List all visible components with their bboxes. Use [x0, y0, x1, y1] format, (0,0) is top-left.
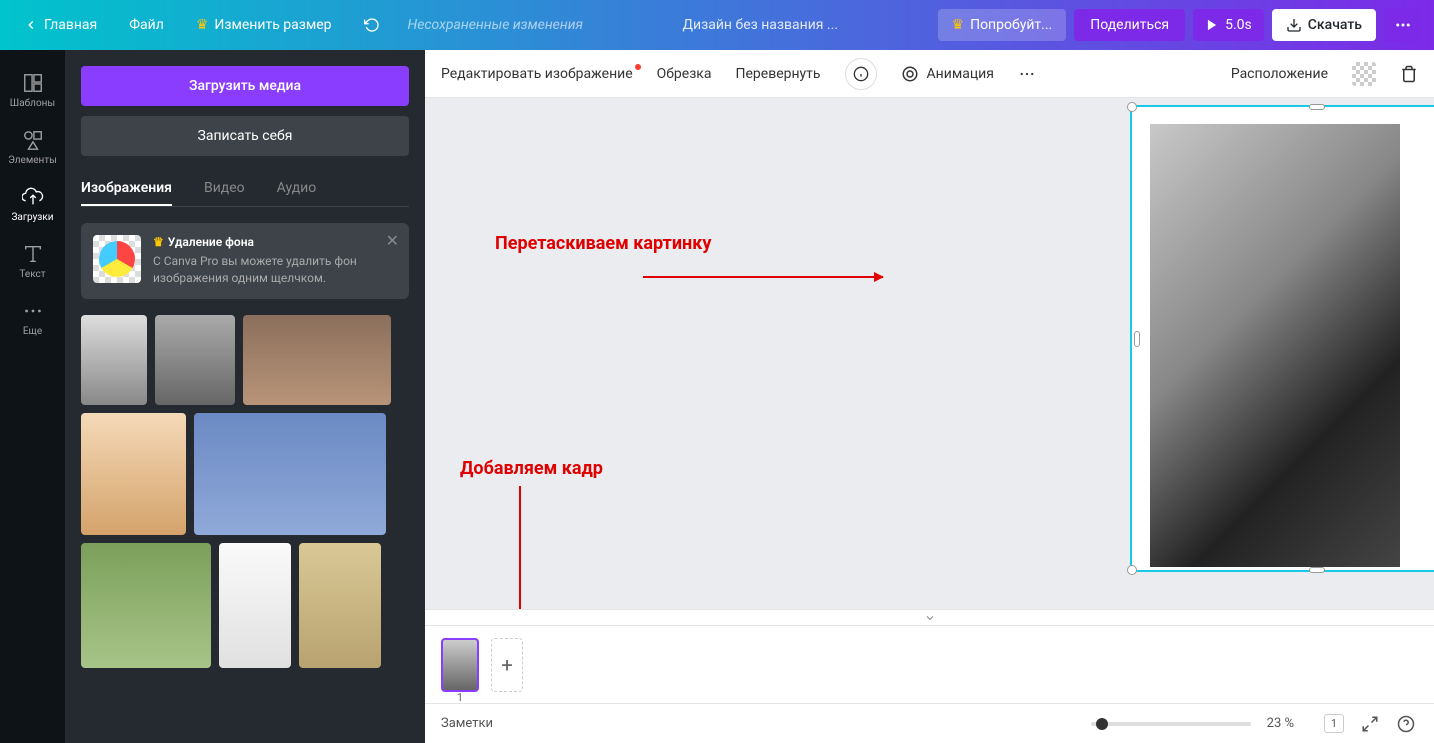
text-icon: [22, 243, 44, 265]
sidenav-uploads[interactable]: Загрузки: [0, 176, 65, 233]
chevron-down-icon: [924, 612, 936, 624]
top-bar: Главная Файл ♛ Изменить размер Несохране…: [0, 0, 1434, 50]
resize-handle[interactable]: [1127, 565, 1137, 575]
download-button[interactable]: Скачать: [1272, 9, 1376, 41]
timeline: 1 +: [425, 625, 1434, 703]
zoom-slider-handle[interactable]: [1096, 718, 1108, 730]
upload-thumbnail[interactable]: [243, 315, 391, 405]
design-title[interactable]: Дизайн без названия ...: [591, 17, 930, 33]
unsaved-indicator: Несохраненные изменения: [408, 17, 583, 33]
upload-thumbnail[interactable]: [81, 413, 186, 535]
sidenav-text[interactable]: Текст: [0, 233, 65, 290]
annotation-add-frame: Добавляем кадр: [460, 458, 603, 479]
share-button[interactable]: Поделиться: [1074, 9, 1185, 41]
chevron-left-icon: [24, 18, 38, 32]
sidenav-elements[interactable]: Элементы: [0, 119, 65, 176]
resize-handle[interactable]: [1309, 567, 1325, 573]
page-count: 1: [1324, 714, 1344, 733]
page-list-button[interactable]: 1: [1322, 712, 1346, 736]
tab-images[interactable]: Изображения: [81, 172, 172, 206]
uploads-panel: Загрузить медиа Записать себя Изображени…: [65, 50, 425, 743]
fullscreen-button[interactable]: [1358, 712, 1382, 736]
crown-icon: ♛: [952, 17, 965, 33]
upload-thumbnail[interactable]: [194, 413, 386, 535]
design-selection-frame[interactable]: [1130, 105, 1434, 572]
annotation-arrow: [643, 276, 883, 278]
back-button[interactable]: Главная: [12, 11, 109, 39]
more-menu-button[interactable]: [1384, 8, 1422, 42]
delete-button[interactable]: [1400, 65, 1418, 83]
fullscreen-icon: [1361, 715, 1379, 733]
promo-thumbnail: [93, 235, 141, 283]
record-self-button[interactable]: Записать себя: [81, 116, 409, 156]
sidenav-more[interactable]: Еще: [0, 290, 65, 347]
sidenav-templates[interactable]: Шаблоны: [0, 62, 65, 119]
uploads-icon: [22, 186, 44, 208]
animation-icon: [901, 65, 919, 83]
upload-thumbnail[interactable]: [81, 543, 211, 668]
timeline-collapse-button[interactable]: [425, 609, 1434, 625]
download-icon: [1286, 17, 1302, 33]
undo-button[interactable]: [352, 11, 392, 39]
upload-thumbnail[interactable]: [81, 315, 147, 405]
templates-icon: [22, 72, 44, 94]
upload-thumbnail[interactable]: [219, 543, 291, 668]
promo-close-button[interactable]: ✕: [386, 231, 399, 250]
upload-media-button[interactable]: Загрузить медиа: [81, 66, 409, 106]
help-icon: [1397, 715, 1415, 733]
play-button[interactable]: 5.0s: [1193, 9, 1264, 41]
undo-icon: [364, 17, 380, 33]
play-icon: [1205, 18, 1219, 32]
annotation-drag: Перетаскиваем картинку: [495, 233, 711, 254]
home-label: Главная: [44, 17, 97, 33]
elements-icon: [22, 129, 44, 151]
page-number: 1: [457, 691, 463, 704]
canvas-area: Редактировать изображение Обрезка Переве…: [425, 50, 1434, 743]
upload-thumbnail[interactable]: [155, 315, 235, 405]
timeline-page-thumbnail[interactable]: 1: [441, 638, 479, 692]
panel-tabs: Изображения Видео Аудио: [81, 172, 409, 207]
uploads-grid: [81, 315, 409, 668]
annotation-arrow: [519, 486, 521, 609]
upload-thumbnail[interactable]: [299, 543, 381, 668]
flip-button[interactable]: Перевернуть: [736, 66, 821, 82]
info-icon: [853, 66, 869, 82]
more-horizontal-icon: [22, 300, 44, 322]
resize-handle[interactable]: [1309, 104, 1325, 110]
crop-button[interactable]: Обрезка: [657, 66, 712, 82]
canvas-viewport[interactable]: Перетаскиваем картинку Добавляем кадр: [425, 98, 1434, 609]
help-button[interactable]: [1394, 712, 1418, 736]
more-icon: [1018, 65, 1036, 83]
more-icon: [1394, 16, 1412, 34]
edit-image-button[interactable]: Редактировать изображение: [441, 66, 633, 82]
zoom-level[interactable]: 23 %: [1267, 716, 1294, 731]
add-page-button[interactable]: +: [491, 638, 523, 692]
promo-title: Удаление фона: [168, 235, 254, 249]
transparency-button[interactable]: [1352, 62, 1376, 86]
info-button[interactable]: [845, 58, 877, 90]
tab-video[interactable]: Видео: [204, 172, 245, 206]
notes-button[interactable]: Заметки: [441, 716, 493, 731]
crown-icon: ♛: [153, 235, 164, 249]
context-toolbar: Редактировать изображение Обрезка Переве…: [425, 50, 1434, 98]
try-pro-button[interactable]: ♛ Попробуйт...: [938, 9, 1067, 41]
animation-button[interactable]: Анимация: [901, 65, 994, 83]
crown-icon: ♛: [196, 17, 209, 33]
resize-handle[interactable]: [1134, 331, 1140, 347]
promo-description: С Canva Pro вы можете удалить фон изобра…: [153, 253, 397, 287]
canvas-image[interactable]: [1150, 124, 1400, 567]
side-nav: Шаблоны Элементы Загрузки Текст Еще: [0, 50, 65, 743]
position-button[interactable]: Расположение: [1231, 66, 1328, 82]
file-menu[interactable]: Файл: [117, 11, 176, 39]
tab-audio[interactable]: Аудио: [277, 172, 317, 206]
resize-menu[interactable]: ♛ Изменить размер: [184, 11, 344, 39]
bg-remove-promo: ♛ Удаление фона С Canva Pro вы можете уда…: [81, 223, 409, 299]
trash-icon: [1400, 65, 1418, 83]
more-options-button[interactable]: [1018, 65, 1036, 83]
bottom-bar: Заметки 23 % 1: [425, 703, 1434, 743]
resize-handle[interactable]: [1127, 102, 1137, 112]
zoom-slider[interactable]: [1091, 722, 1251, 726]
